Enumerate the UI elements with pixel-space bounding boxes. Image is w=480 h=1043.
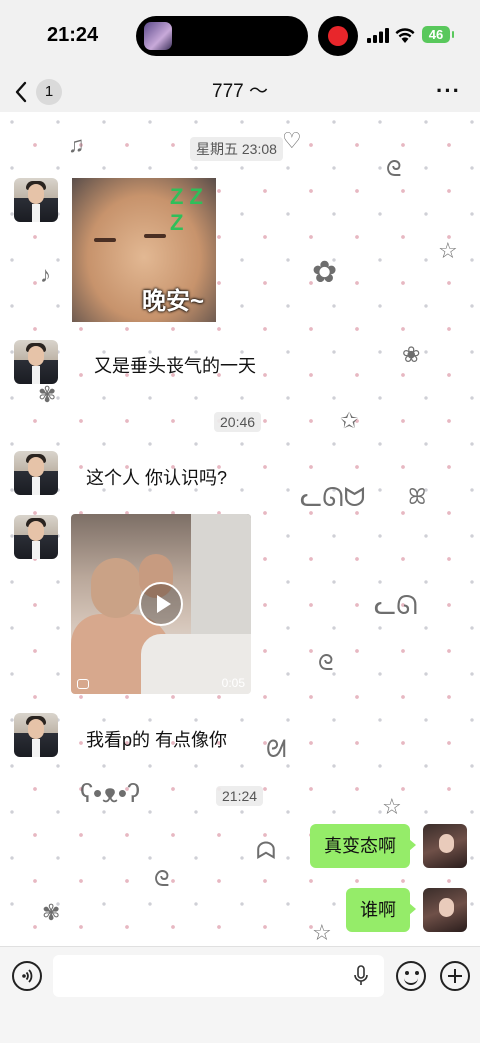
message-text[interactable]: 又是垂头丧气的一天 xyxy=(94,352,256,378)
voice-input-button[interactable] xyxy=(12,961,42,991)
star-outline-icon: ✩ xyxy=(340,408,359,433)
plus-icon[interactable] xyxy=(440,961,470,991)
ellipsis-icon: ··· xyxy=(436,78,461,103)
my-message-bubble[interactable]: 谁啊 xyxy=(346,888,416,932)
timestamp: 20:46 xyxy=(214,412,262,432)
microphone-icon[interactable] xyxy=(353,965,369,987)
message-text[interactable]: 我看p的 有点像你 xyxy=(86,726,227,752)
message-text[interactable]: 这个人 你认识吗? xyxy=(86,464,227,490)
clover-doodle-icon: ✿ xyxy=(312,256,338,289)
contact-avatar[interactable] xyxy=(14,178,58,222)
ghost-doodle-icon: ᗣ xyxy=(256,838,276,865)
voice-input-icon xyxy=(22,969,33,983)
swirl-bottom-icon: ᘓ xyxy=(154,866,170,891)
goodnight-sticker[interactable]: Z Z Z 晚安~ xyxy=(72,178,216,322)
contact-avatar[interactable] xyxy=(14,515,58,559)
record-dot-icon[interactable] xyxy=(318,16,358,56)
chevron-left-icon xyxy=(15,81,27,103)
flower-doodle-icon: ✾ xyxy=(38,382,57,407)
music-note-icon: ♫ xyxy=(68,132,85,157)
timestamp: 21:24 xyxy=(216,786,264,806)
my-avatar[interactable] xyxy=(423,888,467,932)
kitten-doodle-icon: ᓚᘏ xyxy=(374,590,418,620)
island-thumbnail-icon xyxy=(144,22,172,50)
chat-header: 777 ～ 1 ··· xyxy=(0,72,480,112)
timestamp: 星期五 23:08 xyxy=(190,137,283,161)
video-camera-icon xyxy=(77,679,89,689)
star-doodle-icon: ☆ xyxy=(438,238,458,263)
dynamic-island[interactable] xyxy=(136,16,308,56)
paw-doodle-icon: ❀ xyxy=(402,342,421,367)
sticker-zzz: Z Z Z xyxy=(170,184,203,235)
flower-bottom-icon: ✾ xyxy=(42,900,61,925)
more-options-button[interactable]: ··· xyxy=(436,78,461,104)
video-message[interactable]: 0:05 xyxy=(71,514,251,694)
battery-indicator: 46 xyxy=(422,26,454,43)
my-message-bubble[interactable]: 真变态啊 xyxy=(310,824,416,868)
contact-avatar[interactable] xyxy=(14,451,58,495)
contact-avatar[interactable] xyxy=(14,713,58,757)
status-bar: 21:24 46 xyxy=(0,0,480,72)
star-bottom-icon: ☆ xyxy=(312,920,332,945)
cherry-doodle-icon: ꕤ xyxy=(408,484,427,509)
wifi-icon xyxy=(395,28,415,43)
chat-title[interactable]: 777 ～ xyxy=(0,76,480,103)
chat-messages[interactable]: ♫ ♡ ᘓ ♪ ☆ ✿ ❀ ✾ ✩ ᓚᘏᗢ ꕤ ᓚᘏ ᘓ ᘛ ʕ•ᴥ•ʔ ☆ ᗣ… xyxy=(0,112,480,946)
bird-doodle-icon: ᘛ xyxy=(266,736,287,763)
my-avatar[interactable] xyxy=(423,824,467,868)
sticker-caption: 晚安~ xyxy=(142,288,205,315)
contact-avatar[interactable] xyxy=(14,340,58,384)
back-button[interactable]: 1 xyxy=(14,77,66,107)
cat-doodle-icon: ᓚᘏᗢ xyxy=(300,482,366,512)
input-bar xyxy=(0,946,480,1043)
music-note-small-icon: ♪ xyxy=(40,262,51,287)
message-input[interactable] xyxy=(53,955,384,997)
video-duration: 0:05 xyxy=(221,676,245,690)
emoji-icon[interactable] xyxy=(396,961,426,991)
play-icon[interactable] xyxy=(139,582,183,626)
unread-count-badge: 1 xyxy=(36,79,62,105)
swirl-small-icon: ᘓ xyxy=(318,650,334,675)
status-time: 21:24 xyxy=(47,24,99,46)
signal-bars-icon xyxy=(367,28,389,43)
swirl-doodle-icon: ᘓ xyxy=(386,156,402,181)
star-small-icon: ☆ xyxy=(382,794,402,819)
bear-doodle-icon: ʕ•ᴥ•ʔ xyxy=(80,778,140,808)
heart-doodle-icon: ♡ xyxy=(282,128,302,153)
